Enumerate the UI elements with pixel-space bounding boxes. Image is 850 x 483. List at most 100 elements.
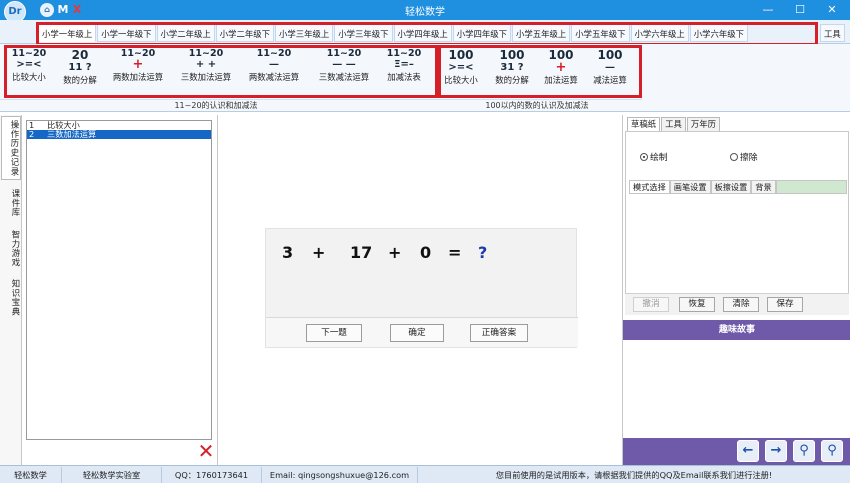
ribbon-item-range: 11~20 (188, 48, 224, 59)
title-bar: Dr ⌂ M X 轻松数学 — ☐ ✕ (0, 0, 850, 23)
zoom-in-icon[interactable]: ⚲ (793, 440, 815, 462)
ribbon-item-range: 11~20 (326, 48, 362, 59)
tab-calendar[interactable]: 万年历 (686, 117, 720, 131)
show-answer-button[interactable]: 正确答案 (470, 324, 528, 342)
ribbon-item-label: 两数减法运算 (248, 72, 300, 82)
operand-1: 3 (282, 243, 294, 262)
ribbon-three-add[interactable]: 11~20 + + 三数加法运算 (176, 48, 236, 83)
ribbon-item-symbol: 31 ? (500, 62, 524, 73)
tab-grade1-lower[interactable]: 小学一年级下 (97, 24, 156, 42)
ribbon-add-sub-table[interactable]: 11~20 Ξ=– 加减法表 (382, 48, 426, 83)
redo-button[interactable]: 恢复 (679, 297, 715, 312)
operand-2: 17 (350, 243, 373, 262)
sidebar-tab-knowledge[interactable]: 知识宝典 (1, 276, 21, 320)
tab-tools[interactable]: 工具 (820, 24, 845, 42)
scratch-sub-tabs: 模式选择 画笔设置 板擦设置 背景 (629, 180, 847, 194)
right-panel-tabs: 草稿纸 工具 万年历 (627, 117, 721, 131)
ribbon-item-range: 100 (597, 48, 623, 62)
undo-button[interactable]: 撤消 (633, 297, 669, 312)
ribbon-add-100[interactable]: 100 + 加法运算 (540, 48, 582, 86)
ribbon-group-caption-20: 11~20的认识和加减法 (0, 99, 432, 111)
ribbon-item-label: 三数加法运算 (180, 72, 232, 82)
tab-eraser-settings[interactable]: 板擦设置 (710, 180, 752, 194)
tab-grade5-upper[interactable]: 小学五年级上 (512, 24, 571, 42)
tab-grade6-upper[interactable]: 小学六年级上 (630, 24, 689, 42)
ribbon-group-caption-100: 100以内的数的认识及加减法 (432, 99, 642, 111)
grade-tabs: 小学一年级上 小学一年级下 小学二年级上 小学二年级下 小学三年级上 小学三年级… (38, 24, 749, 44)
ribbon-item-symbol: >=< (16, 59, 42, 70)
tab-pen-settings[interactable]: 画笔设置 (669, 180, 711, 194)
ribbon-compare-100[interactable]: 100 >=< 比较大小 (440, 48, 482, 86)
zoom-out-icon[interactable]: ⚲ (821, 440, 843, 462)
ribbon-item-symbol: + (132, 57, 144, 72)
tab-grade4-lower[interactable]: 小学四年级下 (452, 24, 511, 42)
sidebar-tab-courseware[interactable]: 课件库 (1, 186, 21, 220)
ribbon-item-range: 20 (71, 48, 89, 62)
status-notice: 您目前使用的是试用版本，请根据我们提供的QQ及Email联系我们进行注册! (495, 470, 773, 480)
confirm-button[interactable]: 确定 (390, 324, 444, 342)
erase-radio[interactable]: 擦除 (730, 150, 758, 163)
ribbon-item-label: 比较大小 (12, 72, 46, 82)
tab-grade3-lower[interactable]: 小学三年级下 (334, 24, 393, 42)
ribbon-two-add[interactable]: 11~20 + 两数加法运算 (108, 48, 168, 83)
ribbon-item-label: 加减法表 (387, 72, 421, 82)
ribbon-item-symbol: + + (195, 59, 217, 70)
next-arrow-icon[interactable]: → (765, 440, 787, 462)
fun-story-bar[interactable]: 趣味故事 (623, 320, 850, 340)
ribbon-item-symbol: Ξ=– (394, 59, 414, 70)
history-row-index: 2 (29, 129, 35, 139)
ribbon-three-sub[interactable]: 11~20 — — 三数减法运算 (312, 48, 376, 83)
ribbon-two-sub[interactable]: 11~20 — 两数减法运算 (244, 48, 304, 83)
tab-grade3-upper[interactable]: 小学三年级上 (275, 24, 334, 42)
sidebar-tab-history[interactable]: 操作历史记录 (1, 116, 21, 181)
clear-button[interactable]: 清除 (723, 297, 759, 312)
ribbon-item-symbol: + (555, 60, 567, 75)
sidebar-tab-games[interactable]: 智力游戏 (1, 227, 21, 271)
draw-radio-label: 绘制 (650, 153, 668, 163)
prev-arrow-icon[interactable]: ← (737, 440, 759, 462)
ribbon-compare-20[interactable]: 11~20 >=< 比较大小 (8, 48, 50, 83)
story-nav-row: ← → ⚲ ⚲ (623, 438, 850, 465)
history-row-text: 三数加法运算 (47, 129, 97, 139)
answer-placeholder[interactable]: ? (478, 243, 487, 262)
tab-grade6-lower[interactable]: 小学六年级下 (689, 24, 748, 42)
status-lab: 轻松数学实验室 (62, 467, 162, 483)
tab-grade4-upper[interactable]: 小学四年级上 (393, 24, 452, 42)
minimize-button[interactable]: — (752, 0, 784, 20)
tab-tools-panel[interactable]: 工具 (661, 117, 686, 131)
ribbon-item-label: 数的分解 (495, 75, 529, 85)
save-button[interactable]: 保存 (767, 297, 803, 312)
tab-grade2-upper[interactable]: 小学二年级上 (156, 24, 215, 42)
next-question-button[interactable]: 下一题 (306, 324, 362, 342)
ribbon-item-range: 11~20 (11, 48, 47, 59)
ribbon: 11~20 >=< 比较大小 20 11 ? 数的分解 11~20 + 两数加法… (0, 44, 850, 112)
tab-background[interactable]: 背景 (751, 180, 776, 194)
grade-tab-bar: 小学一年级上 小学一年级下 小学二年级上 小学二年级下 小学三年级上 小学三年级… (0, 20, 850, 44)
history-row[interactable]: 2 三数加法运算 (27, 130, 211, 139)
status-email: Email: qingsongshuxue@126.com (262, 467, 418, 483)
history-list[interactable]: 1 比较大小 2 三数加法运算 (26, 120, 212, 440)
draw-radio[interactable]: 绘制 (640, 150, 668, 163)
ribbon-item-label: 数的分解 (63, 75, 97, 85)
radio-unchecked-icon (730, 152, 738, 161)
tab-grade5-lower[interactable]: 小学五年级下 (571, 24, 630, 42)
sidebar-tabs: 操作历史记录 课件库 智力游戏 知识宝典 (0, 115, 22, 465)
ribbon-sub-100[interactable]: 100 — 减法运算 (588, 48, 632, 86)
ribbon-decompose-20[interactable]: 20 11 ? 数的分解 (58, 48, 102, 86)
tab-mode-select[interactable]: 模式选择 (629, 180, 670, 194)
history-panel: 1 比较大小 2 三数加法运算 ✕ (22, 115, 218, 465)
status-bar: 轻松数学 轻松数学实验室 QQ：1760173641 Email: qingso… (0, 465, 850, 483)
delete-icon[interactable]: ✕ (196, 441, 216, 461)
ribbon-item-symbol: >=< (448, 62, 474, 73)
scratch-paper-body: 绘制 擦除 模式选择 画笔设置 板擦设置 背景 (625, 131, 849, 311)
ribbon-item-range: 11~20 (386, 48, 422, 59)
tab-grade2-lower[interactable]: 小学二年级下 (215, 24, 274, 42)
ribbon-item-symbol: — (605, 62, 615, 73)
tab-grade1-upper[interactable]: 小学一年级上 (38, 24, 97, 42)
ribbon-item-label: 减法运算 (593, 75, 627, 85)
equals-sign: = (448, 243, 462, 262)
tab-scratch-paper[interactable]: 草稿纸 (627, 117, 661, 131)
maximize-button[interactable]: ☐ (784, 0, 816, 20)
close-button[interactable]: ✕ (816, 0, 848, 20)
ribbon-decompose-100[interactable]: 100 31 ? 数的分解 (490, 48, 534, 86)
